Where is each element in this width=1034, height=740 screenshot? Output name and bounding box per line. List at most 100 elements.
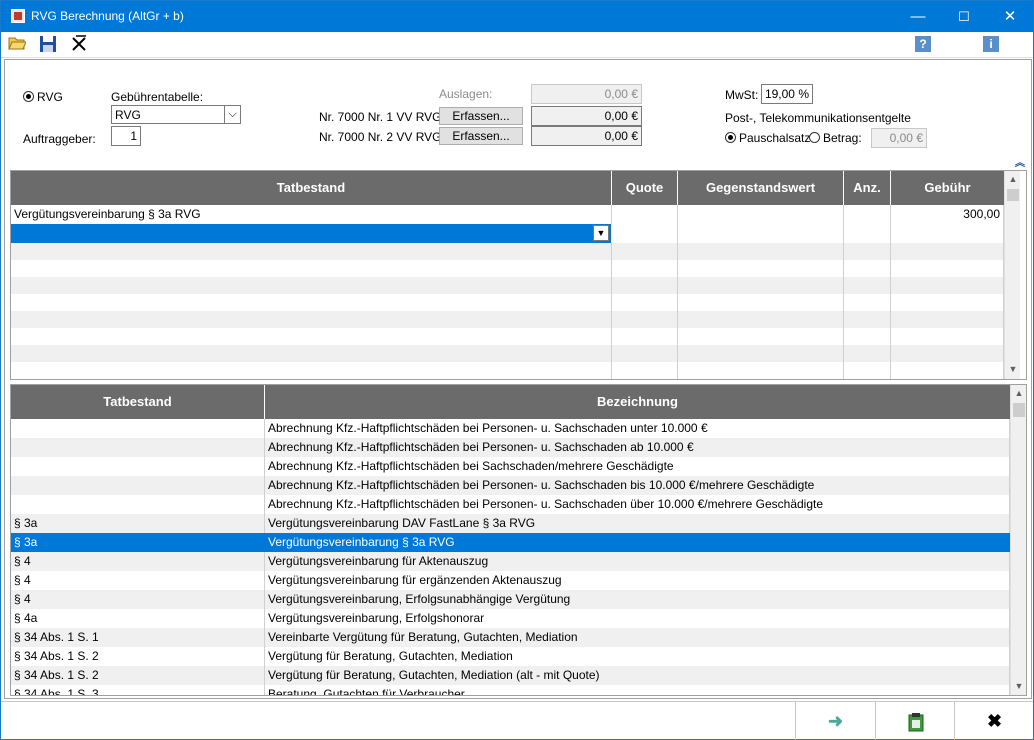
cell-tatbestand: § 4: [11, 571, 265, 590]
list-item[interactable]: § 34 Abs. 1 S. 2 Vergütung für Beratung, …: [11, 647, 1010, 666]
table-row[interactable]: [11, 243, 1004, 260]
cell-tatbestand: § 3a: [11, 533, 265, 552]
table-row[interactable]: [11, 345, 1004, 362]
col-quote[interactable]: Quote: [612, 171, 678, 205]
cell-tatbestand: § 4a: [11, 609, 265, 628]
amount-field: 0,00 €: [871, 128, 927, 148]
amount-label: Betrag:: [823, 131, 862, 145]
cell-tatbestand: § 3a: [11, 514, 265, 533]
cell-bezeichnung: Abrechnung Kfz.-Haftpflichtschäden bei P…: [265, 495, 1010, 514]
close-button[interactable]: ✕: [987, 1, 1033, 32]
cell-tatbestand: [11, 419, 265, 438]
amount-radio[interactable]: Betrag:: [809, 131, 862, 145]
scroll-down-icon[interactable]: ▼: [1005, 361, 1021, 377]
list-item[interactable]: § 34 Abs. 1 S. 1 Vereinbarte Vergütung fü…: [11, 628, 1010, 647]
col-bezeichnung[interactable]: Bezeichnung: [265, 385, 1010, 419]
list-item[interactable]: § 4 Vergütungsvereinbarung für Aktenauszu…: [11, 552, 1010, 571]
floppy-save-icon[interactable]: [38, 35, 58, 55]
lower-scrollbar[interactable]: ▲ ▼: [1010, 385, 1026, 695]
chevron-down-icon[interactable]: ⌵: [224, 106, 240, 123]
empty-cell: [612, 243, 678, 260]
empty-cell: [891, 345, 1004, 362]
col-tatbestand[interactable]: Tatbestand: [11, 385, 265, 419]
empty-cell: [678, 224, 844, 243]
fee-table-label: Gebührentabelle:: [111, 90, 204, 104]
title-bar: RVG Berechnung (AltGr + b) — ☐ ✕: [1, 1, 1033, 32]
empty-cell: [612, 362, 678, 379]
fee-table-value: RVG: [115, 108, 141, 122]
arrow-right-icon[interactable]: ➜: [795, 702, 875, 740]
maximize-button[interactable]: ☐: [941, 1, 987, 32]
table-row[interactable]: [11, 260, 1004, 277]
col-gegenstandswert[interactable]: Gegenstandswert: [678, 171, 844, 205]
app-icon: [11, 9, 25, 23]
list-item[interactable]: § 3a Vergütungsvereinbarung DAV FastLane …: [11, 514, 1010, 533]
empty-cell: [844, 224, 891, 243]
col-tatbestand[interactable]: Tatbestand: [11, 171, 612, 205]
cell-bezeichnung: Vergütungsvereinbarung § 3a RVG: [265, 533, 1010, 552]
vv2-capture-button[interactable]: Erfassen...: [439, 127, 523, 145]
cell-bezeichnung: Vergütungsvereinbarung für Aktenauszug: [265, 552, 1010, 571]
cell-bezeichnung: Abrechnung Kfz.-Haftpflichtschäden bei P…: [265, 419, 1010, 438]
fee-table-select[interactable]: RVG ⌵: [111, 105, 241, 124]
empty-cell: [844, 345, 891, 362]
folder-open-icon[interactable]: [7, 35, 27, 55]
list-item[interactable]: Abrechnung Kfz.-Haftpflichtschäden bei P…: [11, 438, 1010, 457]
list-item[interactable]: Abrechnung Kfz.-Haftpflichtschäden bei P…: [11, 495, 1010, 514]
help-icon[interactable]: ?: [915, 36, 931, 52]
table-row[interactable]: [11, 294, 1004, 311]
clear-icon[interactable]: [69, 35, 89, 55]
client-label: Auftraggeber:: [23, 132, 96, 146]
empty-cell: [11, 311, 612, 328]
dropdown-arrow-icon[interactable]: ▼: [593, 225, 609, 241]
collapse-up-icon[interactable]: ︽: [1015, 154, 1025, 169]
minimize-button[interactable]: —: [895, 1, 941, 32]
info-icon[interactable]: i: [983, 36, 999, 52]
vat-input[interactable]: 19,00 %: [761, 84, 813, 104]
vat-label: MwSt:: [725, 88, 759, 102]
empty-cell: [678, 345, 844, 362]
flat-rate-radio[interactable]: Pauschalsatz: [725, 131, 810, 145]
scroll-up-icon[interactable]: ▲: [1005, 171, 1021, 187]
client-count-input[interactable]: 1: [111, 126, 141, 146]
cell-tatbestand: § 4: [11, 590, 265, 609]
edit-combo[interactable]: ▼: [11, 224, 611, 243]
empty-cell: [678, 311, 844, 328]
scroll-up-icon[interactable]: ▲: [1011, 385, 1026, 401]
cell-bezeichnung: Vergütung für Beratung, Gutachten, Media…: [265, 647, 1010, 666]
rvg-radio[interactable]: RVG: [23, 90, 63, 104]
table-row[interactable]: Vergütungsvereinbarung § 3a RVG 300,00: [11, 205, 1004, 224]
empty-cell: [612, 345, 678, 362]
list-item[interactable]: Abrechnung Kfz.-Haftpflichtschäden bei P…: [11, 419, 1010, 438]
scroll-down-icon[interactable]: ▼: [1011, 678, 1026, 694]
list-item[interactable]: § 4 Vergütungsvereinbarung, Erfolgsunabhä…: [11, 590, 1010, 609]
cell-tatbestand: § 34 Abs. 1 S. 3: [11, 685, 265, 695]
col-gebuehr[interactable]: Gebühr: [891, 171, 1004, 205]
clipboard-icon[interactable]: [875, 702, 955, 740]
cell-gebuehr: 300,00: [891, 205, 1004, 224]
table-row[interactable]: [11, 362, 1004, 379]
upper-scrollbar[interactable]: ▲ ▼: [1004, 171, 1020, 379]
edit-row[interactable]: ▼: [11, 224, 1004, 243]
cell-bezeichnung: Abrechnung Kfz.-Haftpflichtschäden bei P…: [265, 476, 1010, 495]
empty-cell: [678, 277, 844, 294]
col-anz[interactable]: Anz.: [844, 171, 891, 205]
list-item[interactable]: Abrechnung Kfz.-Haftpflichtschäden bei S…: [11, 457, 1010, 476]
list-item[interactable]: Abrechnung Kfz.-Haftpflichtschäden bei P…: [11, 476, 1010, 495]
table-row[interactable]: [11, 311, 1004, 328]
vv1-capture-button[interactable]: Erfassen...: [439, 107, 523, 125]
empty-cell: [844, 243, 891, 260]
list-item[interactable]: § 4a Vergütungsvereinbarung, Erfolgshonor…: [11, 609, 1010, 628]
table-row[interactable]: [11, 277, 1004, 294]
empty-cell: [612, 311, 678, 328]
table-row[interactable]: [11, 328, 1004, 345]
list-item[interactable]: § 4 Vergütungsvereinbarung für ergänzende…: [11, 571, 1010, 590]
scroll-thumb[interactable]: [1013, 403, 1025, 417]
list-item[interactable]: § 34 Abs. 1 S. 3 Beratung, Gutachten für …: [11, 685, 1010, 695]
selected-list-item[interactable]: § 3a Vergütungsvereinbarung § 3a RVG: [11, 533, 1010, 552]
empty-cell: [11, 294, 612, 311]
scroll-thumb[interactable]: [1007, 189, 1019, 201]
list-item[interactable]: § 34 Abs. 1 S. 2 Vergütung für Beratung, …: [11, 666, 1010, 685]
close-icon[interactable]: ✖: [954, 702, 1034, 740]
cell-bezeichnung: Abrechnung Kfz.-Haftpflichtschäden bei P…: [265, 438, 1010, 457]
